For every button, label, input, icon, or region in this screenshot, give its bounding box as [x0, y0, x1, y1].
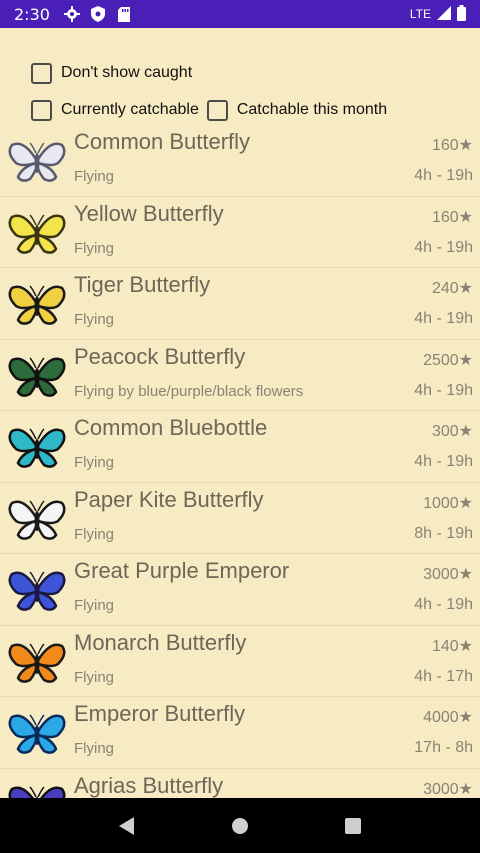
bug-hours: 4h - 19h: [414, 381, 473, 399]
bug-name: Agrias Butterfly: [74, 772, 224, 798]
status-right: LTE: [409, 4, 466, 24]
bug-name: Emperor Butterfly: [74, 701, 246, 726]
bug-hours: 4h - 19h: [414, 167, 473, 184]
butterfly-icon: [8, 209, 66, 257]
list-item[interactable]: Monarch Butterfly Flying 140★ 4h - 17h: [0, 626, 480, 697]
back-button[interactable]: [115, 814, 139, 838]
catchable-this-month-checkbox[interactable]: [206, 99, 228, 121]
network-label: LTE: [409, 7, 431, 21]
bug-location: Flying: [74, 740, 115, 757]
shield-icon: [90, 6, 106, 22]
list-item[interactable]: Great Purple Emperor Flying 3000★ 4h - 19h: [0, 554, 480, 626]
currently-catchable-filter[interactable]: Currently catchable: [31, 99, 199, 121]
bug-location: Flying: [74, 454, 115, 471]
list-item[interactable]: Peacock Butterfly Flying by blue/purple/b…: [0, 340, 480, 411]
bug-name: Yellow Butterfly: [74, 200, 224, 226]
back-icon: [118, 816, 134, 835]
bug-name: Peacock Butterfly: [74, 343, 246, 369]
bug-price: 140★: [431, 637, 473, 655]
settings-icon: [63, 6, 80, 22]
list-item[interactable]: Tiger Butterfly Flying 240★ 4h - 19h: [0, 268, 480, 340]
butterfly-icon: [8, 137, 66, 185]
dont-show-caught-checkbox[interactable]: [31, 62, 52, 84]
battery-icon: [457, 4, 466, 24]
list-item[interactable]: Yellow Butterfly Flying 160★ 4h - 19h: [0, 197, 480, 268]
dont-show-caught-label: Don't show caught: [61, 64, 193, 81]
currently-catchable-checkbox[interactable]: [31, 99, 52, 121]
list-item[interactable]: Emperor Butterfly Flying 4000★ 17h - 8h: [0, 697, 480, 769]
list-item[interactable]: Common Bluebottle Flying 300★ 4h - 19h: [0, 411, 480, 483]
status-time: 2:30: [14, 4, 50, 24]
bug-name: Great Purple Emperor: [74, 558, 290, 583]
recents-icon: [345, 817, 362, 834]
butterfly-icon: [8, 495, 66, 543]
butterfly-icon: [8, 638, 66, 686]
main-content: Don't show caught Currently catchable Ca…: [0, 28, 480, 798]
bug-price: 3000★: [423, 566, 473, 583]
bug-name: Monarch Butterfly: [74, 629, 247, 655]
bug-price: 300★: [431, 423, 473, 440]
bug-name: Common Butterfly: [74, 129, 251, 154]
bug-location: Flying: [74, 311, 115, 328]
butterfly-icon: [8, 352, 66, 400]
sd-card-icon: [116, 6, 132, 22]
butterfly-icon: [8, 280, 66, 328]
butterfly-icon: [8, 781, 66, 798]
home-icon: [231, 817, 248, 834]
filter-panel: Don't show caught Currently catchable Ca…: [0, 28, 480, 125]
bug-price: 4000★: [423, 709, 473, 726]
catchable-this-month-filter[interactable]: Catchable this month: [206, 99, 388, 121]
bug-hours: 4h - 17h: [414, 667, 473, 685]
bug-hours: 4h - 19h: [414, 238, 473, 256]
status-bar: 2:30 LTE: [0, 0, 480, 28]
bug-price: 3000★: [423, 780, 473, 798]
recents-button[interactable]: [341, 814, 365, 838]
bug-location: Flying: [74, 239, 115, 257]
bug-price: 160★: [431, 137, 473, 154]
bug-location: Flying: [74, 168, 115, 185]
bug-location: Flying: [74, 525, 115, 543]
bug-location: Flying: [74, 597, 115, 614]
list-item[interactable]: Common Butterfly Flying 160★ 4h - 19h: [0, 125, 480, 197]
bug-name: Tiger Butterfly: [74, 272, 211, 297]
catchable-this-month-label: Catchable this month: [236, 101, 388, 118]
filter-row-1: Don't show caught: [0, 58, 480, 88]
navigation-bar: [0, 798, 480, 853]
butterfly-icon: [8, 709, 66, 757]
bug-name: Paper Kite Butterfly: [74, 486, 264, 512]
bug-name: Common Bluebottle: [74, 415, 268, 440]
currently-catchable-label: Currently catchable: [61, 101, 199, 118]
bug-list: Common Butterfly Flying 160★ 4h - 19h Yellow…: [0, 125, 480, 798]
bug-hours: 4h - 19h: [414, 596, 473, 613]
list-item[interactable]: Paper Kite Butterfly Flying 1000★ 8h - 19h: [0, 483, 480, 554]
bug-price: 160★: [431, 208, 473, 226]
bug-price: 2500★: [423, 351, 473, 369]
bug-hours: 17h - 8h: [414, 739, 473, 756]
bug-hours: 4h - 19h: [414, 310, 473, 327]
bug-hours: 8h - 19h: [414, 524, 473, 542]
signal-icon: [437, 5, 451, 23]
bug-hours: 4h - 19h: [414, 453, 473, 470]
bug-price: 1000★: [423, 494, 473, 512]
dont-show-caught-filter[interactable]: Don't show caught: [31, 62, 193, 84]
bug-price: 240★: [431, 280, 473, 297]
butterfly-icon: [8, 423, 66, 471]
butterfly-icon: [8, 566, 66, 614]
bug-location: Flying by blue/purple/black flowers: [74, 382, 304, 400]
list-item[interactable]: Agrias ButterflyFlying3000★8h - 17h: [0, 769, 480, 798]
filter-row-2: Currently catchable Catchable this month: [0, 95, 480, 125]
bug-location: Flying: [74, 668, 115, 686]
home-button[interactable]: [228, 814, 252, 838]
